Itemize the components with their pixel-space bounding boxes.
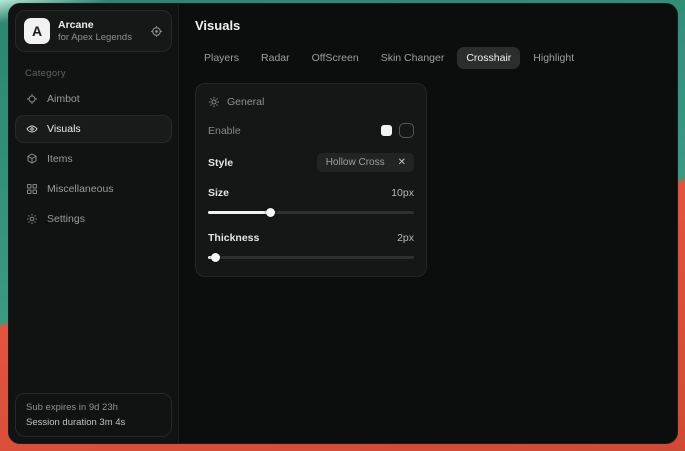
style-row: Style Hollow Cross ✕ — [208, 153, 414, 172]
sidebar: A Arcane for Apex Legends Category Aimbo… — [9, 4, 179, 443]
tab-radar[interactable]: Radar — [252, 47, 299, 69]
thickness-slider-track — [208, 256, 414, 259]
style-label: Style — [208, 157, 233, 169]
size-slider-thumb[interactable] — [266, 208, 275, 217]
app-subtitle: for Apex Legends — [58, 32, 142, 43]
thickness-row: Thickness 2px — [208, 232, 414, 244]
thickness-value: 2px — [397, 232, 414, 244]
enable-checkbox-checked[interactable] — [381, 125, 392, 136]
size-value: 10px — [391, 187, 414, 199]
sidebar-item-aimbot[interactable]: Aimbot — [15, 85, 172, 113]
size-row: Size 10px — [208, 187, 414, 199]
sidebar-item-items[interactable]: Items — [15, 145, 172, 173]
sidebar-item-label: Settings — [47, 213, 85, 225]
sub-expires-text: Sub expires in 9d 23h — [26, 402, 161, 413]
app-window: A Arcane for Apex Legends Category Aimbo… — [8, 3, 678, 444]
cube-icon — [26, 153, 38, 165]
tab-offscreen[interactable]: OffScreen — [303, 47, 368, 69]
target-icon[interactable] — [150, 25, 163, 38]
eye-icon — [26, 123, 38, 135]
size-slider[interactable] — [208, 207, 414, 217]
size-label: Size — [208, 187, 229, 199]
sidebar-item-label: Visuals — [47, 123, 81, 135]
enable-label: Enable — [208, 125, 241, 137]
sidebar-item-settings[interactable]: Settings — [15, 205, 172, 233]
page-title: Visuals — [195, 18, 661, 33]
enable-keybind-box[interactable] — [399, 123, 414, 138]
thickness-slider-thumb[interactable] — [211, 253, 220, 262]
style-select[interactable]: Hollow Cross ✕ — [317, 153, 414, 172]
sidebar-item-label: Items — [47, 153, 73, 165]
app-name: Arcane — [58, 19, 142, 32]
sidebar-header: A Arcane for Apex Legends — [15, 10, 172, 52]
enable-row: Enable — [208, 123, 414, 138]
general-gear-icon — [208, 96, 220, 108]
tab-skin-changer[interactable]: Skin Changer — [372, 47, 454, 69]
grid-icon — [26, 183, 38, 195]
thickness-label: Thickness — [208, 232, 259, 244]
sidebar-item-label: Aimbot — [47, 93, 80, 105]
sidebar-item-visuals[interactable]: Visuals — [15, 115, 172, 143]
tab-highlight[interactable]: Highlight — [524, 47, 583, 69]
sidebar-item-miscellaneous[interactable]: Miscellaneous — [15, 175, 172, 203]
category-label: Category — [25, 68, 172, 79]
general-panel: General Enable Style Hollow Cross ✕ — [195, 83, 427, 277]
app-logo: A — [24, 18, 50, 44]
tab-crosshair[interactable]: Crosshair — [457, 47, 520, 69]
subscription-info-box: Sub expires in 9d 23h Session duration 3… — [15, 393, 172, 437]
style-clear-icon[interactable]: ✕ — [394, 153, 414, 172]
style-value[interactable]: Hollow Cross — [317, 153, 394, 172]
tab-players[interactable]: Players — [195, 47, 248, 69]
session-duration-text: Session duration 3m 4s — [26, 417, 161, 428]
main-content: Visuals Players Radar OffScreen Skin Cha… — [179, 4, 677, 443]
crosshair-icon — [26, 93, 38, 105]
sidebar-item-label: Miscellaneous — [47, 183, 114, 195]
gear-icon — [26, 213, 38, 225]
tab-bar: Players Radar OffScreen Skin Changer Cro… — [195, 47, 661, 69]
thickness-slider[interactable] — [208, 252, 414, 262]
panel-title: General — [227, 96, 264, 108]
size-slider-fill — [208, 211, 270, 214]
sidebar-nav: Aimbot Visuals Items Miscellaneous Setti… — [15, 85, 172, 233]
